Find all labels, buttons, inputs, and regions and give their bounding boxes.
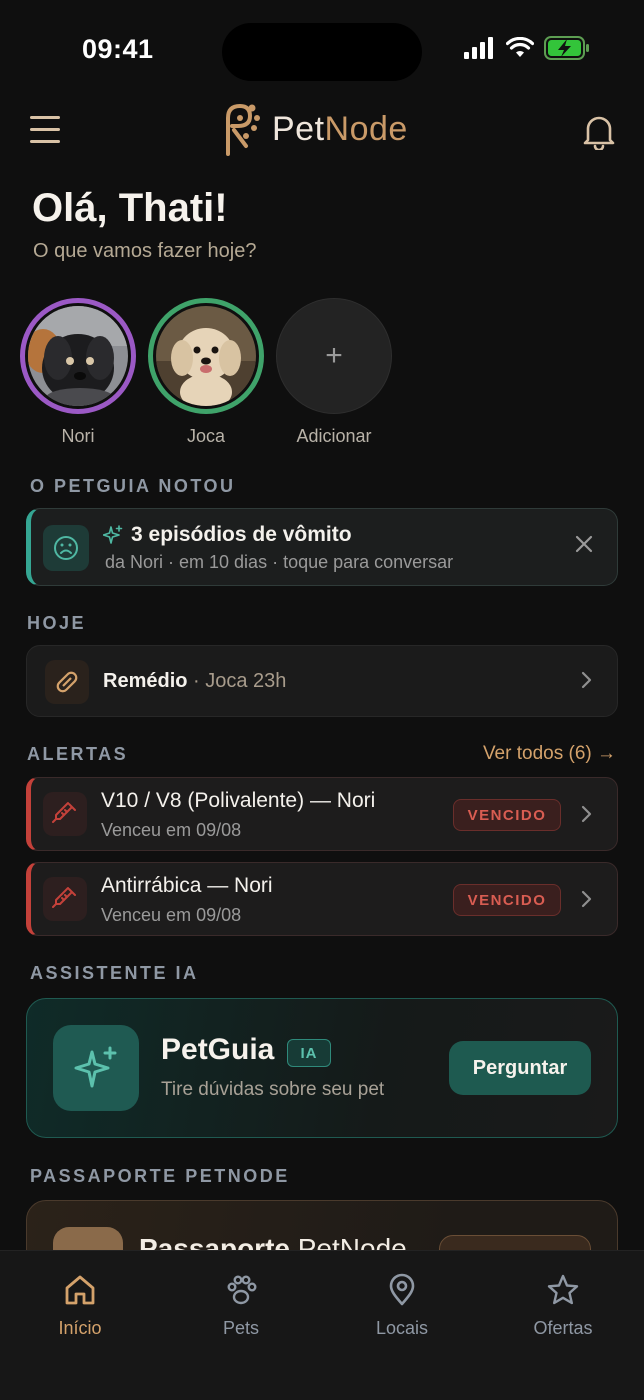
menu-icon-line <box>30 140 60 143</box>
syringe-icon <box>52 802 76 823</box>
app-header: PetNode <box>0 100 644 164</box>
sparkle-icon <box>74 1046 117 1088</box>
status-badge-expired: VENCIDO <box>453 884 561 916</box>
pet-name: Nori <box>61 426 95 446</box>
pet-name: Joca <box>186 426 226 446</box>
add-pet-circle: + <box>276 298 392 414</box>
status-badge-expired: VENCIDO <box>453 799 561 831</box>
alert-subtitle: Venceu em 09/08 <box>101 905 242 925</box>
sparkle-icon <box>103 525 123 544</box>
notifications-button[interactable] <box>582 112 616 155</box>
wifi-icon <box>506 37 534 57</box>
add-pet-label: Adicionar <box>296 426 372 446</box>
ask-button[interactable]: Perguntar <box>449 1041 591 1095</box>
pill-icon-box <box>45 660 89 704</box>
pet-ring <box>20 298 136 414</box>
pet-photo-nori <box>28 306 128 406</box>
insight-subtitle: da Nori · em 10 dias · toque para conver… <box>105 552 454 572</box>
alert-title: Antirrábica — Nori <box>101 874 273 897</box>
alert-title: V10 / V8 (Polivalente) — Nori <box>101 789 376 812</box>
alert-card[interactable]: Antirrábica — Nori Venceu em 09/08 VENCI… <box>26 862 618 936</box>
menu-button[interactable] <box>30 116 62 146</box>
alert-subtitle: Venceu em 09/08 <box>101 820 242 840</box>
logo-text-node: Node <box>324 109 408 148</box>
close-icon <box>575 535 593 553</box>
assistant-card[interactable]: PetGuia IA Tire dúvidas sobre seu pet Pe… <box>26 998 618 1138</box>
cellular-signal-icon <box>464 37 493 59</box>
pet-ring <box>148 298 264 414</box>
today-task-text: Remédio · Joca 23h <box>103 670 286 693</box>
insight-title: 3 episódios de vômito <box>103 523 352 547</box>
today-task-detail: · Joca 23h <box>187 670 287 692</box>
pet-avatar-joca[interactable]: Joca <box>148 298 264 447</box>
petguia-insight-card[interactable]: 3 episódios de vômito da Nori · em 10 di… <box>26 508 618 586</box>
syringe-icon-box <box>43 877 87 921</box>
tab-ofertas[interactable]: Ofertas <box>503 1273 623 1339</box>
add-pet-button[interactable]: + Adicionar <box>276 298 392 447</box>
tab-label: Pets <box>222 1318 260 1338</box>
syringe-icon <box>52 887 76 908</box>
insight-title-text: 3 episódios de vômito <box>131 523 352 546</box>
today-task-card[interactable]: Remédio · Joca 23h <box>26 645 618 717</box>
tab-label: Locais <box>375 1318 429 1338</box>
greeting-subtitle: O que vamos fazer hoje? <box>33 240 257 262</box>
tab-locais[interactable]: Locais <box>342 1273 462 1339</box>
pet-avatar-nori[interactable]: Nori <box>20 298 136 447</box>
assistant-icon-box <box>53 1025 139 1111</box>
section-label-today: HOJE <box>27 613 87 633</box>
status-bar: 09:41 <box>0 0 644 100</box>
assistant-name: PetGuia <box>161 1033 275 1066</box>
app-logo: PetNode <box>220 102 408 156</box>
location-pin-icon <box>389 1273 415 1306</box>
dynamic-island <box>222 23 422 81</box>
dog-photo-nori <box>28 306 128 406</box>
dog-photo-joca <box>156 306 256 406</box>
logo-text-pet: Pet <box>272 109 325 148</box>
status-icons <box>464 36 590 60</box>
tab-inicio[interactable]: Início <box>20 1273 140 1339</box>
section-label-passport: PASSAPORTE PETNODE <box>30 1166 290 1186</box>
section-label-alerts: ALERTAS <box>27 744 129 764</box>
paw-icon <box>227 1275 257 1305</box>
sad-face-icon-box <box>43 525 89 571</box>
greeting-title: Olá, Thati! <box>32 186 228 230</box>
star-icon <box>547 1274 579 1305</box>
home-icon <box>65 1275 95 1305</box>
today-task-title: Remédio <box>103 670 188 692</box>
menu-icon-line <box>30 128 60 131</box>
see-all-alerts-link[interactable]: Ver todos (6) → <box>483 743 616 765</box>
chevron-right-icon <box>581 670 593 695</box>
pets-row: Nori Joca + Adicionar <box>20 298 392 447</box>
chevron-right-icon <box>581 804 593 829</box>
alert-card[interactable]: V10 / V8 (Polivalente) — Nori Venceu em … <box>26 777 618 851</box>
battery-charging-icon <box>544 36 589 60</box>
bottom-tab-bar: Início Pets Locais Ofertas <box>0 1250 644 1400</box>
sad-face-icon <box>54 536 78 560</box>
tab-pets[interactable]: Pets <box>181 1273 301 1339</box>
pill-icon <box>56 671 78 693</box>
section-label-petguia-noticed: O PETGUIA NOTOU <box>30 476 236 496</box>
chevron-right-icon <box>581 889 593 914</box>
bell-icon <box>583 116 615 152</box>
ai-badge: IA <box>287 1039 331 1067</box>
app-logo-text: PetNode <box>272 110 408 149</box>
dismiss-insight-button[interactable] <box>575 535 593 558</box>
tab-label: Ofertas <box>533 1318 593 1338</box>
assistant-subtitle: Tire dúvidas sobre seu pet <box>161 1079 385 1100</box>
tab-label: Início <box>58 1318 102 1338</box>
paw-logo-icon <box>226 103 260 156</box>
plus-icon: + <box>325 339 343 372</box>
menu-icon-line <box>30 116 60 119</box>
section-label-assistant: ASSISTENTE IA <box>30 963 199 983</box>
syringe-icon-box <box>43 792 87 836</box>
status-time: 09:41 <box>82 34 154 64</box>
pet-photo-joca <box>156 306 256 406</box>
